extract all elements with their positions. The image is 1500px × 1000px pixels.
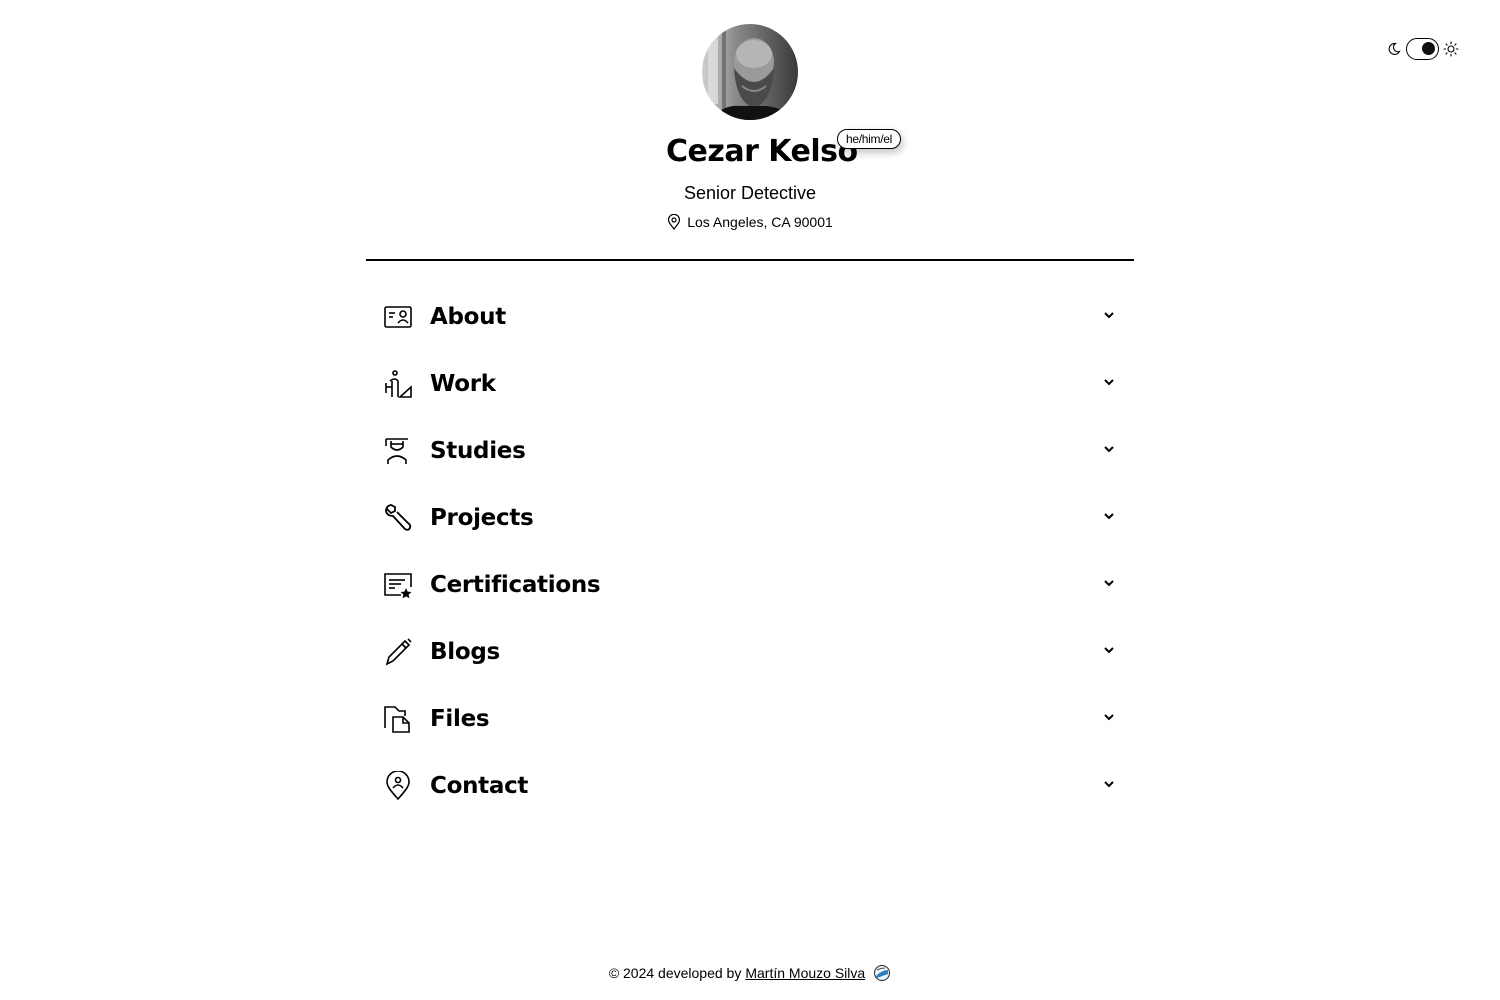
sections-list: About Work Studies Projects Certificatio…: [366, 283, 1134, 819]
pencil-icon: [383, 637, 413, 667]
id-card-icon: [383, 302, 413, 332]
section-contact[interactable]: Contact: [366, 752, 1134, 819]
map-pin-user-icon: [383, 770, 413, 801]
chevron-down-icon[interactable]: [1102, 442, 1116, 456]
section-title: Blogs: [430, 638, 500, 665]
section-certifications[interactable]: Certifications: [366, 551, 1134, 618]
section-title: Contact: [430, 772, 529, 799]
footer: © 2024 developed by Martín Mouzo Silva: [0, 964, 1500, 982]
chevron-down-icon[interactable]: [1102, 777, 1116, 791]
certificate-icon: [383, 570, 413, 600]
section-projects[interactable]: Projects: [366, 484, 1134, 551]
section-title: Studies: [430, 437, 526, 464]
author-link[interactable]: Martín Mouzo Silva: [745, 965, 865, 981]
section-title: Projects: [430, 504, 534, 531]
header-divider: [366, 259, 1134, 261]
section-studies[interactable]: Studies: [366, 417, 1134, 484]
globe-icon: [874, 965, 891, 981]
section-files[interactable]: Files: [366, 685, 1134, 752]
pronouns-badge: he/him/el: [837, 129, 901, 149]
section-title: Work: [430, 370, 496, 397]
avatar: [702, 24, 798, 120]
chevron-down-icon[interactable]: [1102, 509, 1116, 523]
chevron-down-icon[interactable]: [1102, 576, 1116, 590]
section-title: About: [430, 303, 506, 330]
footer-text: © 2024 developed by: [608, 965, 742, 981]
chevron-down-icon[interactable]: [1102, 643, 1116, 657]
map-pin-icon: [668, 214, 681, 230]
files-icon: [383, 704, 413, 734]
section-title: Certifications: [430, 571, 601, 598]
chevron-down-icon[interactable]: [1102, 710, 1116, 724]
section-title: Files: [430, 705, 490, 732]
graduate-icon: [383, 436, 413, 466]
section-about[interactable]: About: [366, 283, 1134, 350]
worker-icon: [383, 369, 413, 399]
profile-name: Cezar Kelso: [666, 134, 858, 169]
wrench-icon: [383, 503, 413, 533]
profile-location: Los Angeles, CA 90001: [0, 214, 1500, 230]
profile-role: Senior Detective: [683, 183, 817, 203]
section-blogs[interactable]: Blogs: [366, 618, 1134, 685]
chevron-down-icon[interactable]: [1102, 308, 1116, 322]
chevron-down-icon[interactable]: [1102, 375, 1116, 389]
location-text: Los Angeles, CA 90001: [687, 214, 833, 230]
profile-header: Cezar Kelso he/him/el Senior Detective L…: [0, 24, 1500, 230]
section-work[interactable]: Work: [366, 350, 1134, 417]
